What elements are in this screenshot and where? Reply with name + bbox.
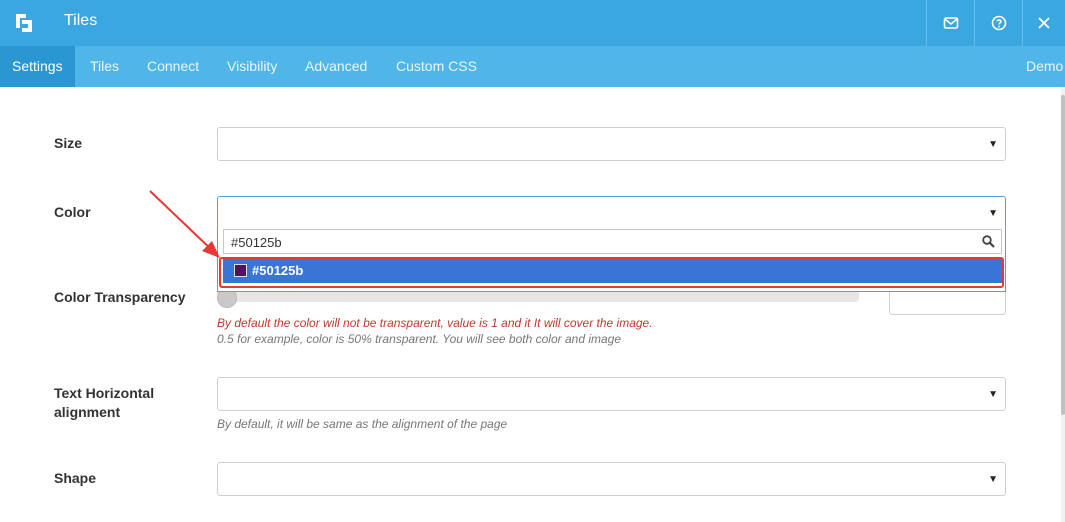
color-option[interactable]: #50125b xyxy=(223,259,1002,283)
close-icon xyxy=(1038,17,1050,29)
color-label: Color xyxy=(54,204,91,220)
transparency-help-default: By default the color will not be transpa… xyxy=(217,316,653,330)
text-align-label-line1: Text Horizontal xyxy=(54,385,155,401)
chevron-down-icon: ▼ xyxy=(988,208,998,219)
text-align-help: By default, it will be same as the align… xyxy=(217,417,508,431)
tab-custom-css[interactable]: Custom CSS xyxy=(396,46,477,87)
annotation-arrow xyxy=(149,190,220,258)
transparency-value-input[interactable] xyxy=(889,288,1006,315)
color-select[interactable]: ▼ xyxy=(217,196,1006,227)
shape-select[interactable]: ▼ xyxy=(217,462,1006,496)
help-icon xyxy=(991,15,1006,31)
color-swatch xyxy=(234,264,247,277)
title-bar: Tiles xyxy=(0,0,1065,46)
tab-settings[interactable]: Settings xyxy=(0,46,75,87)
close-button[interactable] xyxy=(1022,0,1065,46)
text-align-select[interactable]: ▼ xyxy=(217,377,1006,411)
scrollbar[interactable] xyxy=(1061,87,1065,522)
chevron-down-icon: ▼ xyxy=(988,474,998,485)
tab-visibility[interactable]: Visibility xyxy=(227,46,277,87)
mail-icon xyxy=(943,17,958,29)
tab-bar: Settings Tiles Connect Visibility Advanc… xyxy=(0,46,1065,87)
transparency-help-example: 0.5 for example, color is 50% transparen… xyxy=(217,332,622,346)
logo-icon xyxy=(13,11,35,35)
chevron-down-icon: ▼ xyxy=(988,139,998,150)
tab-tiles[interactable]: Tiles xyxy=(90,46,119,87)
chevron-down-icon: ▼ xyxy=(988,389,998,400)
shape-label: Shape xyxy=(54,470,97,486)
color-search-value: #50125b xyxy=(231,235,282,250)
window-title: Tiles xyxy=(64,12,98,29)
tab-connect[interactable]: Connect xyxy=(147,46,199,87)
size-label: Size xyxy=(54,135,83,151)
search-icon xyxy=(982,235,995,253)
size-select[interactable]: ▼ xyxy=(217,127,1006,161)
color-transparency-label: Color Transparency xyxy=(54,289,186,305)
mail-button[interactable] xyxy=(926,0,974,46)
color-dropdown: #50125b #50125b xyxy=(217,226,1006,292)
tab-demo[interactable]: Demo xyxy=(1026,46,1063,87)
scrollbar-thumb[interactable] xyxy=(1061,95,1065,415)
tab-advanced[interactable]: Advanced xyxy=(305,46,367,87)
text-align-label-line2: alignment xyxy=(54,404,121,420)
color-search-input[interactable]: #50125b xyxy=(223,229,1002,254)
transparency-slider-track[interactable] xyxy=(217,292,859,302)
help-button[interactable] xyxy=(974,0,1022,46)
color-option-label: #50125b xyxy=(252,263,304,278)
